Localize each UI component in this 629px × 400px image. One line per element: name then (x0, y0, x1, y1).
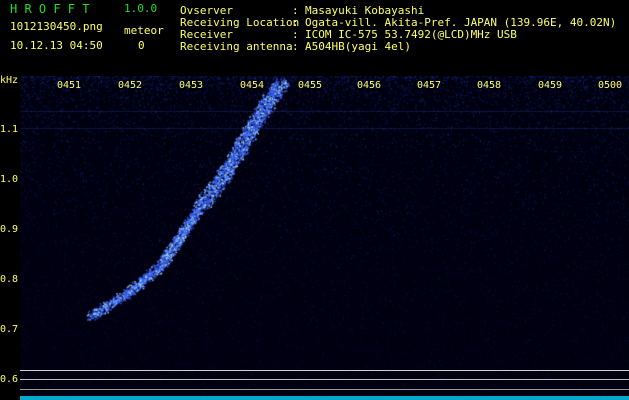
app-title: H R O F F T (10, 2, 90, 16)
reference-line (20, 389, 629, 390)
x-tick-0456: 0456 (357, 80, 382, 91)
meteor-label: meteor (124, 24, 164, 37)
info-antenna-sep: : (292, 40, 299, 53)
x-tick-0452: 0452 (118, 80, 143, 91)
info-antenna-value: A504HB(yagi 4el) (305, 40, 411, 53)
signal-level-bar (20, 396, 629, 400)
y-tick-0-7: 0.7 (0, 324, 19, 335)
y-tick-0-6: 0.6 (0, 374, 19, 385)
reference-line (20, 370, 629, 371)
x-tick-0459: 0459 (538, 80, 563, 91)
meteor-count: 0 (138, 39, 145, 52)
y-tick-1-0: 1.0 (0, 174, 19, 185)
info-antenna-label: Receiving antenna (180, 40, 293, 53)
x-tick-0453: 0453 (179, 80, 204, 91)
y-tick-1-1: 1.1 (0, 124, 19, 135)
x-tick-0451: 0451 (57, 80, 82, 91)
x-tick-0458: 0458 (477, 80, 502, 91)
spectrogram (20, 76, 629, 400)
x-tick-0500: 0500 (598, 80, 623, 91)
y-tick-0-9: 0.9 (0, 224, 19, 235)
reference-line (20, 379, 629, 380)
timestamp: 10.12.13 04:50 (10, 39, 103, 52)
x-tick-0454: 0454 (240, 80, 265, 91)
file-name: 1012130450.png (10, 20, 103, 33)
y-unit-label: kHz (0, 75, 19, 86)
y-tick-0-8: 0.8 (0, 274, 19, 285)
x-tick-0455: 0455 (298, 80, 323, 91)
app-version: 1.0.0 (124, 2, 158, 15)
x-tick-0457: 0457 (417, 80, 442, 91)
